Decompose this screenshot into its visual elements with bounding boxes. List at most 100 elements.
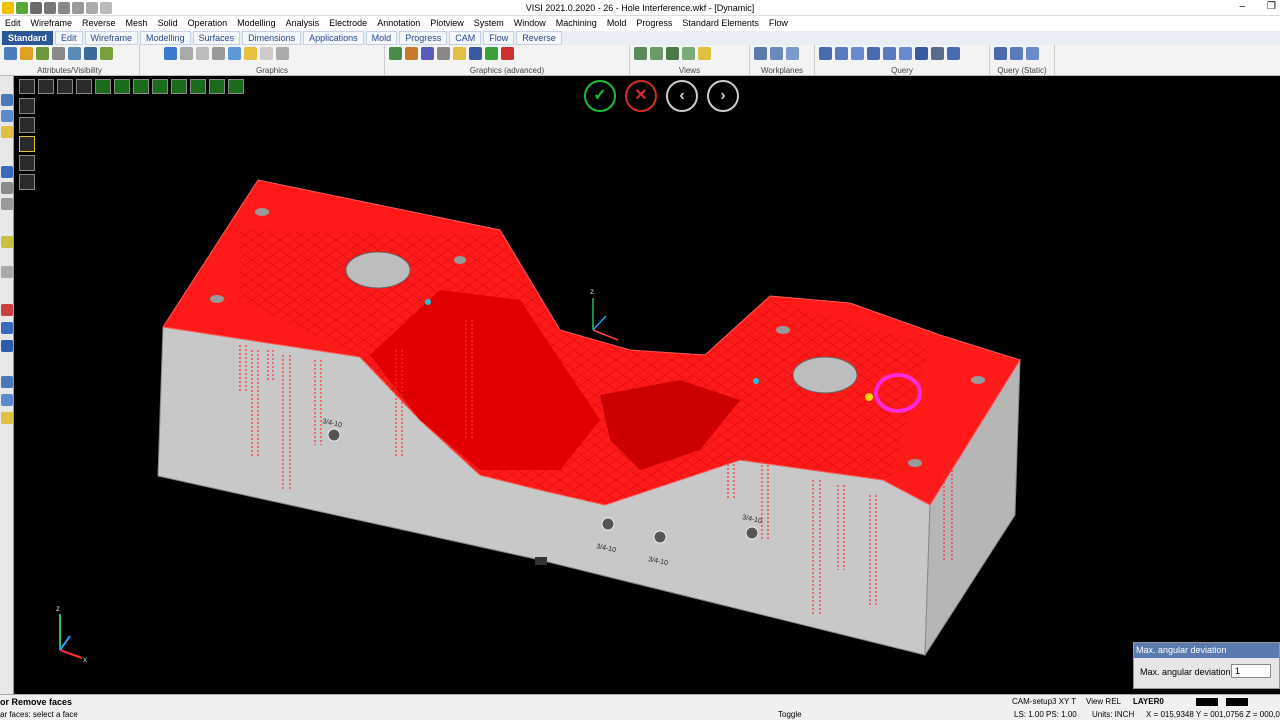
- filter-icon[interactable]: [19, 155, 35, 171]
- cube-view-icon[interactable]: [171, 79, 187, 94]
- line-swatch[interactable]: [1226, 698, 1248, 706]
- angle-icon[interactable]: [851, 47, 864, 60]
- color-icon[interactable]: [20, 47, 33, 60]
- menu-edit[interactable]: Edit: [0, 16, 26, 31]
- workplane-list-icon[interactable]: [786, 47, 799, 60]
- static-angle-icon[interactable]: [1026, 47, 1039, 60]
- menu-mold[interactable]: Mold: [602, 16, 632, 31]
- volume-icon[interactable]: [899, 47, 912, 60]
- tab-reverse[interactable]: Reverse: [516, 31, 562, 45]
- gear-icon[interactable]: [931, 47, 944, 60]
- cube-view-icon[interactable]: [114, 79, 130, 94]
- menu-electrode[interactable]: Electrode: [324, 16, 372, 31]
- previous-button[interactable]: ‹: [666, 80, 698, 112]
- tab-cam[interactable]: CAM: [449, 31, 482, 45]
- tab-mold[interactable]: Mold: [365, 31, 398, 45]
- static-query-icon[interactable]: [994, 47, 1007, 60]
- measure-icon[interactable]: [1, 198, 13, 210]
- menu-window[interactable]: Window: [509, 16, 551, 31]
- menu-annotation[interactable]: Annotation: [372, 16, 425, 31]
- filter-icon[interactable]: [19, 136, 35, 152]
- menu-progress[interactable]: Progress: [631, 16, 677, 31]
- light-icon[interactable]: [453, 47, 466, 60]
- tab-applications[interactable]: Applications: [303, 31, 364, 45]
- model-canvas[interactable]: 3/4-10 3/4-10 3/4-10 3/4-10 z z x: [15, 76, 1280, 694]
- ok-button[interactable]: ✓: [584, 80, 616, 112]
- hole-top[interactable]: [210, 295, 224, 303]
- side-hole[interactable]: [601, 517, 615, 531]
- menu-mesh[interactable]: Mesh: [121, 16, 153, 31]
- view-top-icon[interactable]: [634, 47, 647, 60]
- tab-edit[interactable]: Edit: [55, 31, 83, 45]
- cube-icon[interactable]: [1, 340, 13, 352]
- hide-icon[interactable]: [68, 47, 81, 60]
- network-icon[interactable]: [1, 394, 13, 406]
- hole-top[interactable]: [776, 326, 790, 334]
- cube-view-icon[interactable]: [190, 79, 206, 94]
- arc-icon[interactable]: [1, 110, 13, 122]
- sphere-icon[interactable]: [485, 47, 498, 60]
- render-icon[interactable]: [244, 47, 257, 60]
- layer-icon[interactable]: [36, 47, 49, 60]
- window-icon[interactable]: [38, 79, 54, 94]
- lock-icon[interactable]: [915, 47, 928, 60]
- radius-icon[interactable]: [867, 47, 880, 60]
- side-hole[interactable]: [745, 526, 759, 540]
- zoom-icon[interactable]: [57, 79, 73, 94]
- color-swatch[interactable]: [1196, 698, 1218, 706]
- hole-top[interactable]: [908, 459, 922, 467]
- menu-flow[interactable]: Flow: [764, 16, 793, 31]
- edges-icon[interactable]: [228, 47, 241, 60]
- 3d-viewport[interactable]: 3/4-10 3/4-10 3/4-10 3/4-10 z z x ✓ ✕ ‹ …: [15, 76, 1280, 694]
- solid-icon[interactable]: [1, 182, 13, 194]
- shade-icon[interactable]: [180, 47, 193, 60]
- tab-surfaces[interactable]: Surfaces: [192, 31, 241, 45]
- bore-hole-right[interactable]: [792, 356, 858, 394]
- static-distance-icon[interactable]: [1010, 47, 1023, 60]
- menu-icon[interactable]: [19, 79, 35, 94]
- query-icon[interactable]: [819, 47, 832, 60]
- visibility-icon[interactable]: [84, 47, 97, 60]
- menu-system[interactable]: System: [469, 16, 509, 31]
- cube-view-icon[interactable]: [228, 79, 244, 94]
- section-icon[interactable]: [276, 47, 289, 60]
- tab-modelling[interactable]: Modelling: [140, 31, 191, 45]
- workplane-icon[interactable]: [754, 47, 767, 60]
- tree-icon[interactable]: [1, 376, 13, 388]
- menu-standard-elements[interactable]: Standard Elements: [677, 16, 764, 31]
- curvature-icon[interactable]: [405, 47, 418, 60]
- menu-reverse[interactable]: Reverse: [77, 16, 121, 31]
- filter-icon[interactable]: [19, 117, 35, 133]
- distance-icon[interactable]: [835, 47, 848, 60]
- menu-plotview[interactable]: Plotview: [425, 16, 469, 31]
- restore-icon[interactable]: ❐: [1267, 1, 1276, 12]
- attributes-icon[interactable]: [4, 47, 17, 60]
- refresh-icon[interactable]: [164, 47, 177, 60]
- zoom-icon[interactable]: [698, 47, 711, 60]
- menu-modelling[interactable]: Modelling: [232, 16, 281, 31]
- cube-blue-icon[interactable]: [1, 322, 13, 334]
- pan-icon[interactable]: [76, 79, 92, 94]
- cube-view-icon[interactable]: [209, 79, 225, 94]
- hidden-icon[interactable]: [212, 47, 225, 60]
- filter-icon[interactable]: [100, 47, 113, 60]
- wire-icon[interactable]: [196, 47, 209, 60]
- side-hole[interactable]: [653, 530, 667, 544]
- angular-deviation-input[interactable]: [1231, 664, 1271, 678]
- filter-icon[interactable]: [19, 174, 35, 190]
- area-icon[interactable]: [883, 47, 896, 60]
- tab-wireframe[interactable]: Wireframe: [84, 31, 139, 45]
- analysis-icon[interactable]: [389, 47, 402, 60]
- layer-status[interactable]: LAYER0: [1133, 697, 1164, 706]
- next-button[interactable]: ›: [707, 80, 739, 112]
- side-hole[interactable]: [327, 428, 341, 442]
- tab-dimensions[interactable]: Dimensions: [242, 31, 302, 45]
- tab-progress[interactable]: Progress: [399, 31, 448, 45]
- cube-red-icon[interactable]: [1, 304, 13, 316]
- material-icon[interactable]: [469, 47, 482, 60]
- draft-icon[interactable]: [421, 47, 434, 60]
- globe-icon[interactable]: [501, 47, 514, 60]
- view-iso-icon[interactable]: [666, 47, 679, 60]
- hole-top[interactable]: [971, 376, 985, 384]
- workplane-status[interactable]: CAM-setup3 XY T: [1012, 697, 1076, 706]
